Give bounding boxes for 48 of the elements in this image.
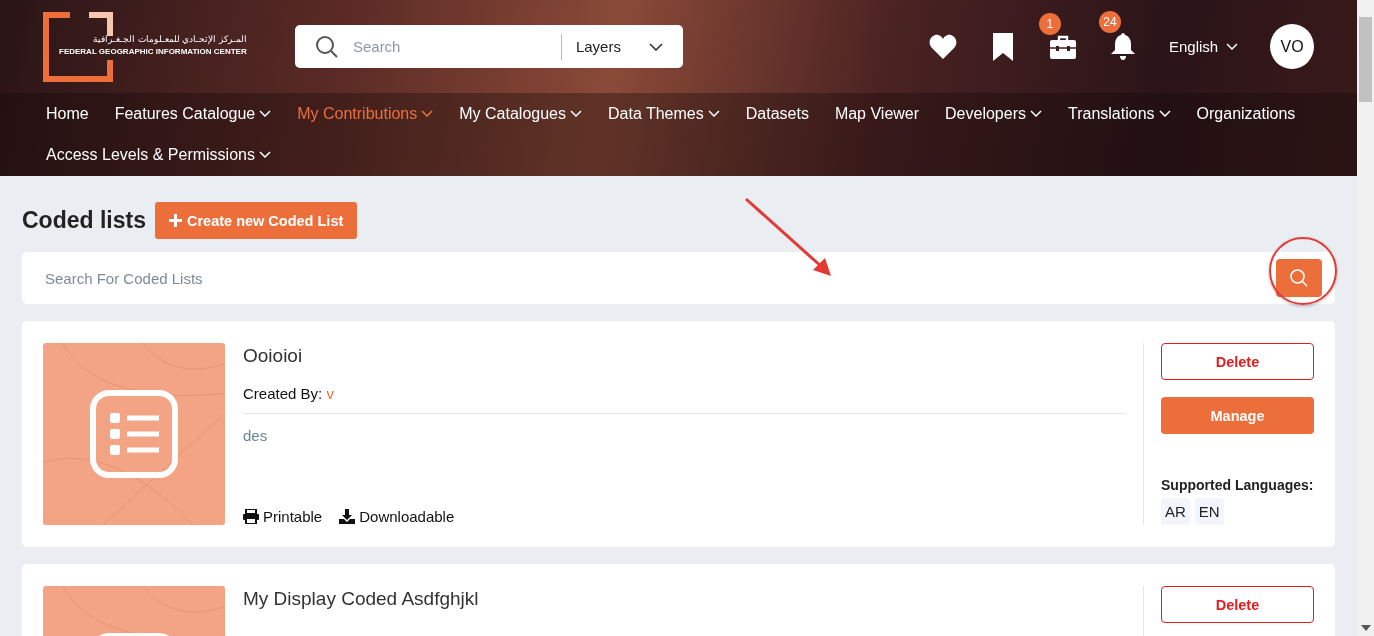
supported-languages-label: Supported Languages: bbox=[1161, 477, 1314, 493]
delete-button[interactable]: Delete bbox=[1161, 343, 1314, 380]
scrollbar[interactable] bbox=[1357, 0, 1374, 636]
search-field[interactable]: Search For Coded Lists bbox=[22, 252, 1335, 304]
created-by-text: Created By: v bbox=[243, 385, 335, 402]
nav-item[interactable]: Translations bbox=[1068, 93, 1171, 134]
chevron-down-icon bbox=[648, 42, 663, 51]
count-badge: 1 bbox=[1038, 12, 1061, 35]
search-button[interactable] bbox=[1276, 259, 1322, 297]
nav-item[interactable]: Map Viewer bbox=[834, 93, 920, 134]
nav-item[interactable]: Access Levels & Permissions bbox=[46, 134, 271, 175]
bell-icon[interactable] bbox=[1110, 33, 1135, 60]
list-title[interactable]: My Display Coded Asdfghjkl bbox=[243, 588, 1126, 610]
search-icon bbox=[1289, 268, 1309, 288]
list-description: des bbox=[243, 427, 269, 444]
user-avatar[interactable]: VO bbox=[1270, 24, 1314, 69]
list-title[interactable]: Ooioioi bbox=[243, 345, 1126, 367]
heart-icon[interactable] bbox=[928, 33, 957, 60]
search-icon bbox=[314, 34, 339, 59]
nav-item[interactable]: Developers bbox=[945, 93, 1042, 134]
language-tag: AR bbox=[1161, 498, 1190, 525]
nav-item[interactable]: My Catalogues bbox=[459, 93, 582, 134]
scroll-down-icon[interactable] bbox=[1361, 625, 1371, 631]
delete-button[interactable]: Delete bbox=[1161, 586, 1314, 623]
nav-item[interactable]: Features Catalogue bbox=[114, 93, 272, 134]
highlight-circle bbox=[1269, 237, 1337, 305]
layers-dropdown[interactable]: Layers bbox=[560, 33, 663, 60]
language-tag: EN bbox=[1194, 498, 1224, 525]
page-title: Coded lists bbox=[22, 207, 146, 234]
logo-english-text: FEDERAL GEOGRAPHIC INFORMATION CENTER bbox=[59, 46, 247, 56]
nav-item[interactable]: My Contributions bbox=[297, 93, 434, 134]
count-badge: 24 bbox=[1098, 11, 1121, 33]
bookmark-icon[interactable] bbox=[992, 32, 1013, 61]
feature-label: Downloadable bbox=[359, 508, 455, 525]
language-dropdown[interactable]: English bbox=[1168, 38, 1239, 55]
printer-icon bbox=[243, 509, 259, 524]
chevron-down-icon bbox=[1226, 43, 1239, 50]
logo-arabic-text: المـركز الإتحـادي للمعـلومات الجـغـرافية bbox=[93, 33, 247, 44]
nav-item[interactable]: Home bbox=[46, 93, 89, 134]
search-field[interactable]: Search Layers bbox=[294, 25, 683, 68]
feature-label: Printable bbox=[263, 508, 323, 525]
scrollbar-thumb[interactable] bbox=[1359, 17, 1372, 102]
download-icon bbox=[339, 509, 356, 524]
plus-icon bbox=[168, 214, 182, 227]
nav-item[interactable]: Data Themes bbox=[608, 93, 720, 134]
nav-item[interactable]: Organizations bbox=[1196, 93, 1296, 134]
nav-item[interactable]: Datasets bbox=[745, 93, 809, 134]
briefcase-icon[interactable] bbox=[1049, 34, 1076, 59]
